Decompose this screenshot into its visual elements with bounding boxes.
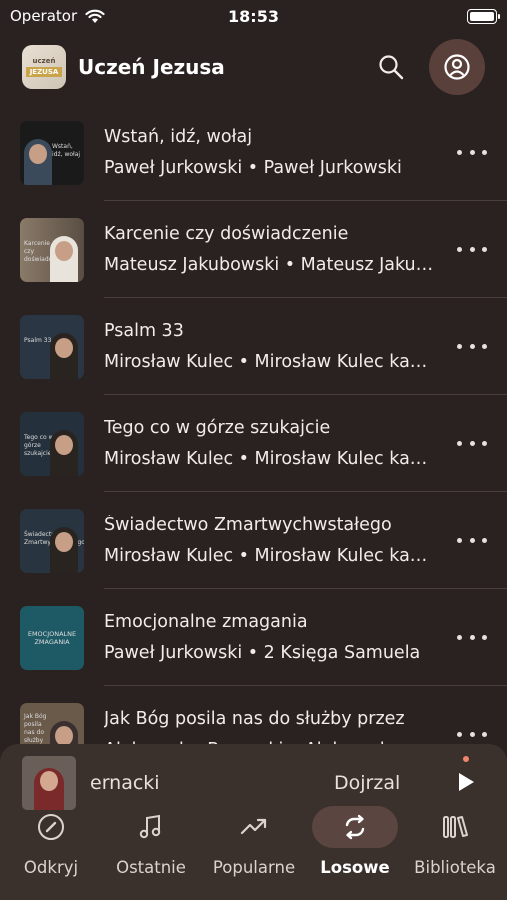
thumbnail-portrait [50, 526, 78, 573]
list-item[interactable]: Psalm 33 Psalm 33 Mirosław Kulec • Miros… [0, 298, 507, 395]
tab-label: Popularne [212, 858, 296, 877]
episode-thumbnail: Karcenie czy doświadczenie [20, 217, 84, 282]
more-options-icon[interactable] [457, 627, 487, 647]
list-item[interactable]: Karcenie czy doświadczenie Karcenie czy … [0, 201, 507, 298]
list-item-title: Tego co w górze szukajcie [104, 418, 331, 438]
more-options-icon[interactable] [457, 142, 487, 162]
list-item-title: Świadectwo Zmartwychwstałego [104, 515, 392, 535]
app-logo-top: uczeń [32, 57, 56, 65]
app-logo: uczeń JEZUSA [22, 45, 66, 89]
mini-player-title: Dojrzal [334, 772, 401, 794]
mini-player[interactable]: ernacki Dojrzal [0, 744, 507, 810]
mini-player-thumbnail [22, 756, 76, 810]
thumbnail-portrait [50, 332, 78, 379]
search-button[interactable] [373, 49, 409, 85]
list-item-title: Jak Bóg posila nas do służby przez [104, 709, 405, 729]
list-item-title: Karcenie czy doświadczenie [104, 224, 349, 244]
play-button[interactable] [457, 772, 477, 794]
list-item[interactable]: Świadectwo Zmartwychwstałego Świadectwo … [0, 492, 507, 589]
tab-bar: Odkryj Ostatnie Popularne Losowe Bibliot… [0, 806, 507, 886]
progress-indicator [463, 756, 469, 762]
list-item-subtitle: Mateusz Jakubowski • Mateusz Jakubowski [104, 255, 434, 275]
list-item[interactable]: Wstań, idź, wołaj Wstań, idź, wołaj Pawe… [0, 104, 507, 201]
list-item-text: Emocjonalne zmagania Paweł Jurkowski • 2… [104, 612, 507, 663]
profile-button[interactable] [429, 39, 485, 95]
library-icon [443, 816, 468, 838]
list-item-text: Tego co w górze szukajcie Mirosław Kulec… [104, 418, 507, 469]
mini-player-artist: ernacki [90, 772, 160, 794]
music-note-icon [139, 814, 161, 839]
more-options-icon[interactable] [457, 724, 487, 744]
list-item-subtitle: Mirosław Kulec • Mirosław Kulec kazania [104, 449, 434, 469]
list-item-text: Świadectwo Zmartwychwstałego Mirosław Ku… [104, 515, 507, 566]
tab-pill [8, 806, 94, 848]
episode-thumbnail: Psalm 33 [20, 314, 84, 379]
more-options-icon[interactable] [457, 336, 487, 356]
status-bar: Operator 18:53 [0, 0, 507, 32]
tab-ostatnie[interactable]: Ostatnie [108, 806, 194, 877]
bottom-bar: ernacki Dojrzal Odkryj Ostatnie Popularn… [0, 744, 507, 900]
list-item-text: Karcenie czy doświadczenie Mateusz Jakub… [104, 224, 507, 275]
list-item-subtitle: Mirosław Kulec • Mirosław Kulec kazania [104, 352, 434, 372]
mini-player-portrait [34, 768, 64, 810]
tab-pill [211, 806, 297, 848]
tab-label: Losowe [320, 858, 390, 877]
tab-losowe[interactable]: Losowe [312, 806, 398, 877]
list-item[interactable]: EMOCJONALNE ZMAGANIA Emocjonalne zmagani… [0, 589, 507, 686]
more-options-icon[interactable] [457, 530, 487, 550]
search-icon [379, 55, 404, 80]
more-options-icon[interactable] [457, 433, 487, 453]
app-title: Uczeń Jezusa [78, 55, 225, 79]
episode-thumbnail: Wstań, idź, wołaj [20, 120, 84, 185]
thumbnail-portrait [24, 138, 52, 185]
thumbnail-portrait [50, 235, 78, 282]
episode-list: Wstań, idź, wołaj Wstań, idź, wołaj Pawe… [0, 104, 507, 783]
play-icon [459, 773, 474, 791]
episode-thumbnail: Tego co w górze szukajcie [20, 411, 84, 476]
tab-odkryj[interactable]: Odkryj [8, 806, 94, 877]
tab-label: Biblioteka [414, 858, 496, 877]
tab-popularne[interactable]: Popularne [211, 806, 297, 877]
trending-icon [240, 818, 267, 835]
list-item[interactable]: Tego co w górze szukajcie Tego co w górz… [0, 395, 507, 492]
episode-thumbnail: Świadectwo Zmartwychwstałego [20, 508, 84, 573]
list-item-title: Wstań, idź, wołaj [104, 127, 253, 147]
list-item-title: Psalm 33 [104, 321, 184, 341]
list-item-subtitle: Mirosław Kulec • Mirosław Kulec kazania [104, 546, 434, 566]
carrier-label: Operator [10, 7, 78, 25]
tab-label: Odkryj [23, 858, 79, 877]
header: uczeń JEZUSA Uczeń Jezusa [0, 38, 507, 96]
status-left: Operator [10, 7, 105, 25]
wifi-icon [85, 9, 105, 23]
more-options-icon[interactable] [457, 239, 487, 259]
thumbnail-portrait [50, 429, 78, 476]
battery-icon [467, 8, 500, 24]
tab-pill [412, 806, 498, 848]
profile-icon [444, 54, 470, 80]
app-logo-band: JEZUSA [25, 67, 63, 77]
list-item-text: Psalm 33 Mirosław Kulec • Mirosław Kulec… [104, 321, 507, 372]
tab-pill [108, 806, 194, 848]
tab-label: Ostatnie [116, 858, 186, 877]
thumbnail-caption: EMOCJONALNE ZMAGANIA [27, 629, 77, 646]
list-item-subtitle: Paweł Jurkowski • 2 Księga Samuela [104, 643, 421, 663]
compass-icon [38, 814, 64, 840]
episode-thumbnail: EMOCJONALNE ZMAGANIA [20, 605, 84, 670]
list-item-subtitle: Paweł Jurkowski • Paweł Jurkowski [104, 158, 402, 178]
shuffle-repeat-icon [345, 814, 365, 840]
list-item-title: Emocjonalne zmagania [104, 612, 308, 632]
tab-biblioteka[interactable]: Biblioteka [412, 806, 498, 877]
tab-pill [312, 806, 398, 848]
thumbnail-caption: Wstań, idź, wołaj [52, 142, 81, 158]
list-item-text: Wstań, idź, wołaj Paweł Jurkowski • Pawe… [104, 127, 507, 178]
